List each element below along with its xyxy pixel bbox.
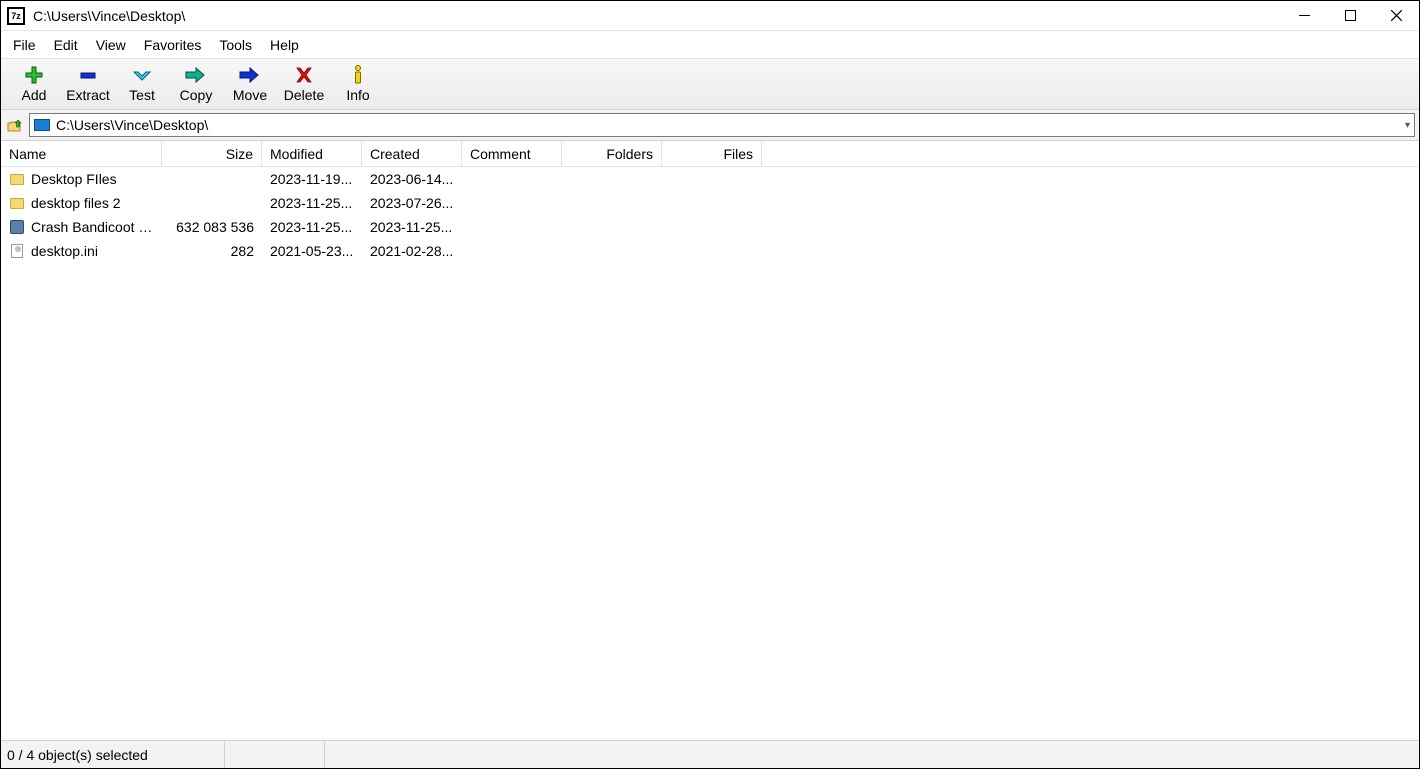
menu-help[interactable]: Help [262,34,307,56]
file-row[interactable]: Crash Bandicoot (...632 083 5362023-11-2… [1,215,1419,239]
check-icon [130,65,154,85]
cell-size: 632 083 536 [162,219,262,235]
address-field[interactable]: ▾ [29,113,1415,137]
delete-button[interactable]: Delete [277,63,331,105]
menubar: File Edit View Favorites Tools Help [1,31,1419,59]
minimize-button[interactable] [1281,1,1327,31]
statusbar: 0 / 4 object(s) selected [1,740,1419,768]
column-folders[interactable]: Folders [562,141,662,166]
file-row[interactable]: desktop.ini 2822021-05-23...2021-02-28... [1,239,1419,263]
window-title: C:\Users\Vince\Desktop\ [33,8,1281,24]
file-name: desktop files 2 [31,195,121,211]
addressbar: ▾ [1,110,1419,141]
folder-icon [9,171,25,187]
cell-size: 282 [162,243,262,259]
status-cell-2 [225,741,325,768]
extract-button[interactable]: Extract [61,63,115,105]
status-cell-3 [325,741,1419,768]
file-name: Crash Bandicoot (... [31,219,154,235]
file-list[interactable]: Desktop FIles 2023-11-19...2023-06-14... d… [1,167,1419,740]
test-button[interactable]: Test [115,63,169,105]
info-button[interactable]: Info [331,63,385,105]
cell-modified: 2023-11-25... [262,219,362,235]
delete-label: Delete [284,87,324,103]
up-one-level-button[interactable] [5,115,25,135]
cell-created: 2023-07-26... [362,195,462,211]
column-comment[interactable]: Comment [462,141,562,166]
test-label: Test [129,87,155,103]
column-size[interactable]: Size [162,141,262,166]
cell-modified: 2023-11-19... [262,171,362,187]
move-button[interactable]: Move [223,63,277,105]
close-button[interactable] [1373,1,1419,31]
drive-icon [34,119,50,131]
menu-favorites[interactable]: Favorites [136,34,210,56]
folder-icon [9,195,25,211]
column-modified[interactable]: Modified [262,141,362,166]
file-row[interactable]: desktop files 2 2023-11-25...2023-07-26..… [1,191,1419,215]
delete-x-icon [292,65,316,85]
add-label: Add [22,87,47,103]
copy-arrow-icon [184,65,208,85]
menu-edit[interactable]: Edit [46,34,86,56]
window-controls [1281,1,1419,31]
cell-modified: 2021-05-23... [262,243,362,259]
column-header-row: Name Size Modified Created Comment Folde… [1,141,1419,167]
cell-name: desktop.ini [1,243,162,259]
ini-icon [9,243,25,259]
column-files[interactable]: Files [662,141,762,166]
move-label: Move [233,87,267,103]
copy-button[interactable]: Copy [169,63,223,105]
disk-icon [9,219,25,235]
file-name: Desktop FIles [31,171,117,187]
address-input[interactable] [56,114,1399,136]
cell-name: desktop files 2 [1,195,162,211]
status-selection: 0 / 4 object(s) selected [1,741,225,768]
menu-file[interactable]: File [5,34,44,56]
info-icon [346,65,370,85]
cell-name: Desktop FIles [1,171,162,187]
menu-view[interactable]: View [88,34,134,56]
copy-label: Copy [180,87,213,103]
cell-created: 2023-06-14... [362,171,462,187]
cell-name: Crash Bandicoot (... [1,219,162,235]
move-arrow-icon [238,65,262,85]
file-name: desktop.ini [31,243,98,259]
maximize-button[interactable] [1327,1,1373,31]
app-icon: 7z [7,7,25,25]
column-created[interactable]: Created [362,141,462,166]
toolbar: Add Extract Test Copy Move Delete Info [1,59,1419,110]
column-name[interactable]: Name [1,141,162,166]
extract-label: Extract [66,87,110,103]
info-label: Info [346,87,369,103]
add-button[interactable]: Add [7,63,61,105]
cell-created: 2023-11-25... [362,219,462,235]
menu-tools[interactable]: Tools [211,34,260,56]
plus-icon [22,65,46,85]
cell-created: 2021-02-28... [362,243,462,259]
titlebar: 7z C:\Users\Vince\Desktop\ [1,1,1419,31]
minus-icon [76,65,100,85]
file-row[interactable]: Desktop FIles 2023-11-19...2023-06-14... [1,167,1419,191]
cell-modified: 2023-11-25... [262,195,362,211]
address-dropdown-icon[interactable]: ▾ [1405,120,1410,131]
